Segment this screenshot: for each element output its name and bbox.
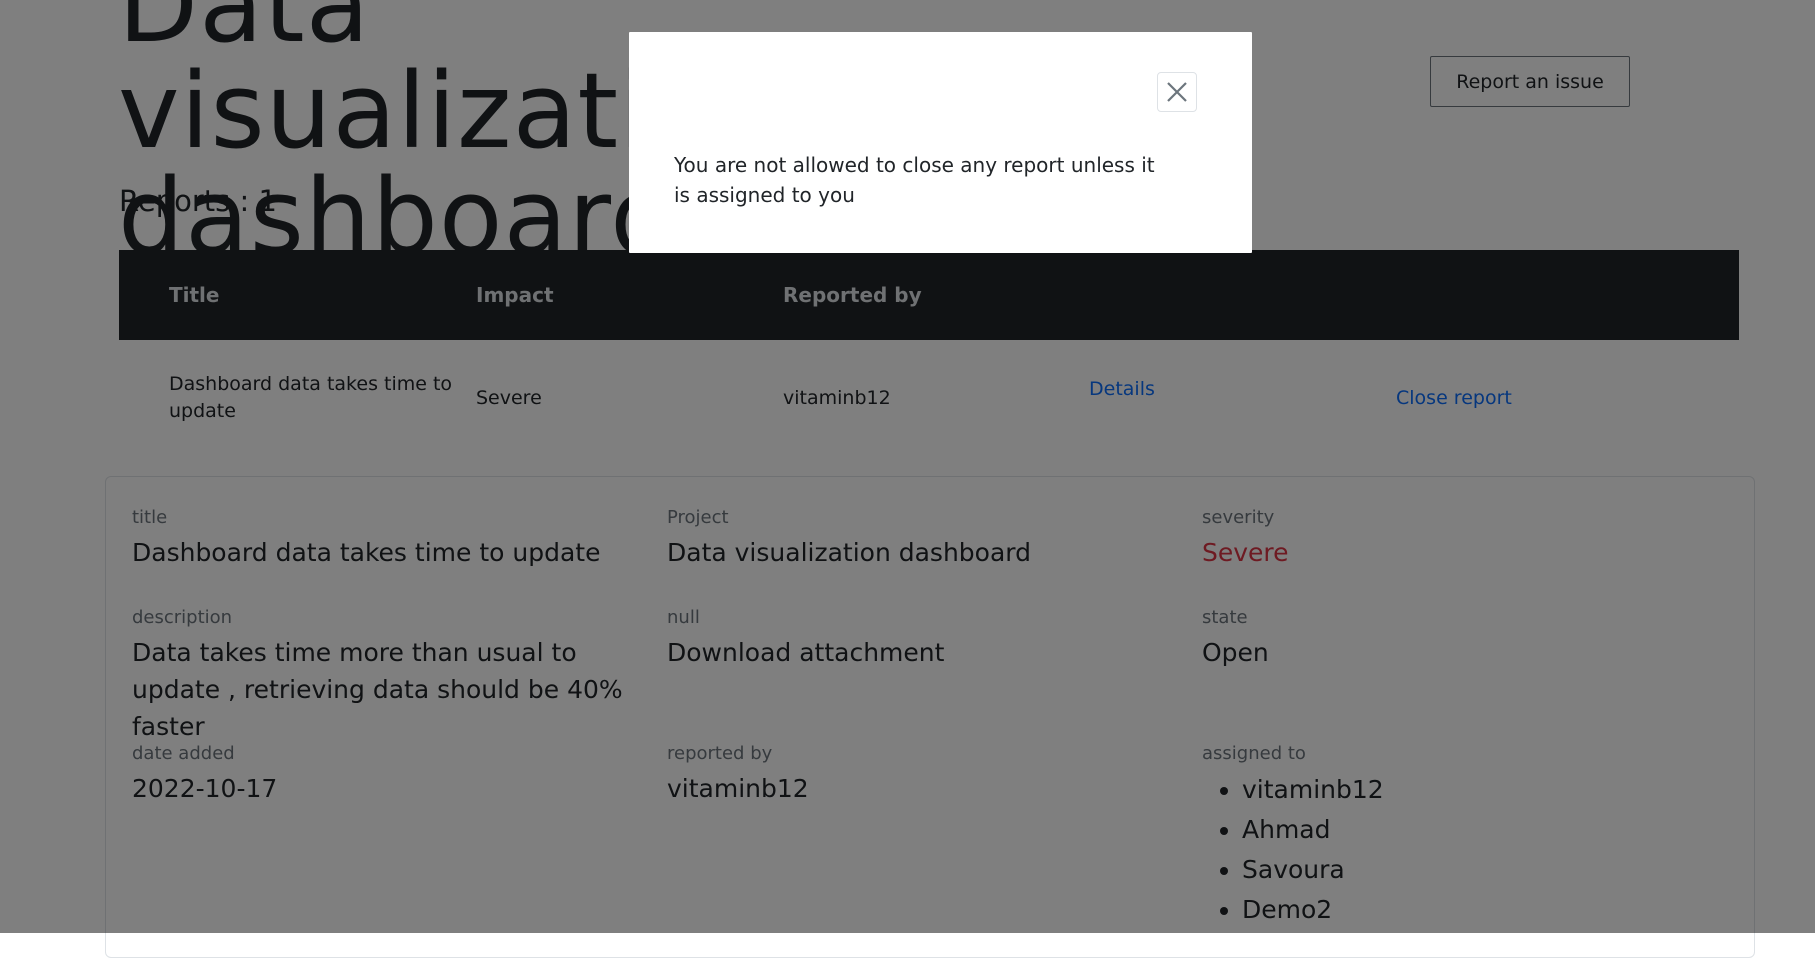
- alert-modal: You are not allowed to close any report …: [629, 32, 1252, 253]
- close-icon: [1167, 82, 1187, 102]
- modal-message: You are not allowed to close any report …: [674, 153, 1155, 207]
- modal-close-button[interactable]: [1157, 72, 1197, 112]
